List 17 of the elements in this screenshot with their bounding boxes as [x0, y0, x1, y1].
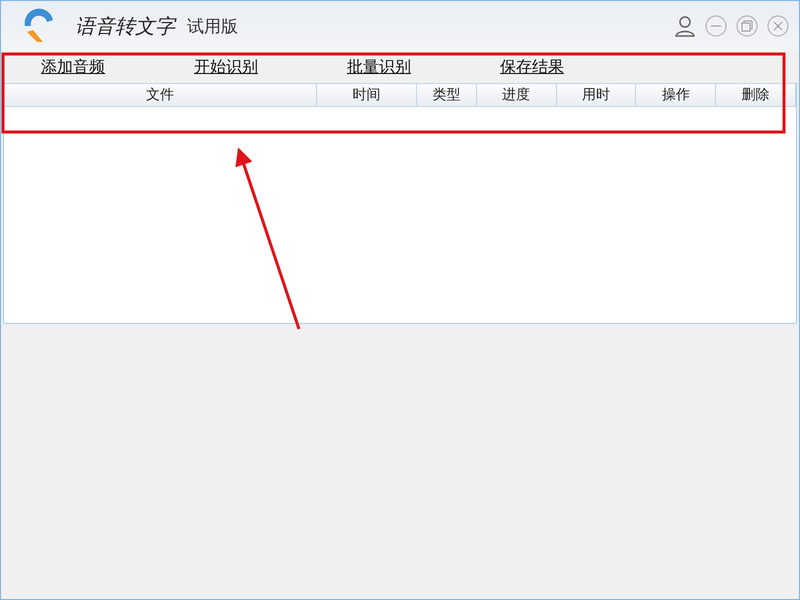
- toolbar-link[interactable]: 开始识别: [194, 56, 258, 78]
- minimize-icon[interactable]: [705, 15, 727, 37]
- toolbar-link[interactable]: 添加音频: [41, 56, 105, 78]
- close-icon[interactable]: [767, 15, 789, 37]
- column-header[interactable]: 操作: [636, 84, 716, 106]
- edition-label: 试用版: [187, 16, 238, 38]
- column-header[interactable]: 删除: [716, 84, 796, 106]
- user-icon[interactable]: [674, 15, 696, 37]
- column-header[interactable]: 进度: [476, 84, 557, 106]
- restore-icon[interactable]: [736, 15, 758, 37]
- column-header[interactable]: 文件: [4, 84, 318, 106]
- column-header[interactable]: 时间: [317, 84, 417, 106]
- column-header[interactable]: 类型: [416, 84, 477, 106]
- toolbar-link[interactable]: 批量识别: [347, 56, 411, 78]
- toolbar-link[interactable]: 保存结果: [500, 56, 564, 78]
- column-header[interactable]: 用时: [556, 84, 636, 106]
- app-title: 语音转文字: [75, 12, 175, 40]
